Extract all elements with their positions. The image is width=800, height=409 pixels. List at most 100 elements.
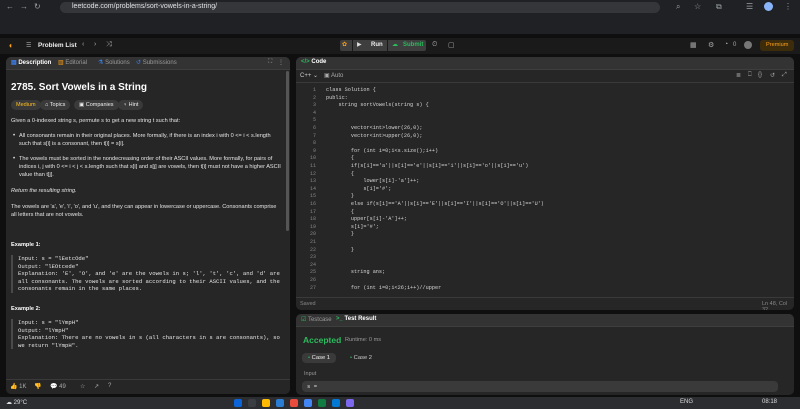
hint-chip[interactable]: ♀ Hint bbox=[118, 100, 144, 110]
share-icon[interactable]: ↗ bbox=[94, 383, 99, 390]
fire-icon[interactable]: ◔ bbox=[724, 41, 728, 48]
dislike-icon[interactable]: 👎 bbox=[34, 383, 41, 390]
avatar[interactable] bbox=[764, 2, 773, 11]
chrome-icon[interactable] bbox=[304, 399, 312, 407]
list-icon: ☰ bbox=[26, 43, 32, 49]
prev-problem-icon[interactable]: ‹ bbox=[82, 41, 84, 48]
reset-icon[interactable]: ↺ bbox=[770, 72, 775, 79]
line-number: 13 bbox=[309, 178, 316, 185]
line-number: 1 bbox=[312, 87, 316, 93]
description-footer: 👍 1K 👎 💬 49 ☆ ↗ ? bbox=[6, 379, 290, 394]
notes-icon[interactable]: ▢ bbox=[448, 41, 455, 49]
code-line: } bbox=[326, 231, 355, 238]
code-line: if(s[i]=='a'||s[i]=='e'||s[i]=='i'||s[i]… bbox=[326, 163, 529, 169]
description-tabs: ▤ Description ▥ Editorial ⚗ Solutions ↺ … bbox=[6, 57, 290, 70]
bookmark-icon[interactable]: ⎕ bbox=[748, 72, 752, 79]
reload-icon[interactable]: ↻ bbox=[34, 2, 41, 11]
zoom-icon[interactable]: ⌕ bbox=[676, 2, 680, 12]
auto-toggle[interactable]: ▣ Auto bbox=[324, 72, 343, 79]
lock-icon: ▣ bbox=[79, 102, 85, 108]
rule-consonants: All consonants remain in their original … bbox=[19, 133, 271, 147]
app-icon[interactable] bbox=[290, 399, 298, 407]
timer-icon[interactable]: ⏲ bbox=[432, 41, 437, 49]
tab-submissions[interactable]: ↺ Submissions bbox=[136, 59, 177, 66]
code-line: vector<int>upper(26,0); bbox=[326, 132, 423, 139]
difficulty-badge: Medium bbox=[11, 100, 41, 110]
start-icon[interactable] bbox=[234, 399, 242, 407]
star-icon[interactable]: ☆ bbox=[80, 383, 85, 390]
format-icon[interactable]: ≣ bbox=[736, 72, 741, 79]
scrollbar[interactable] bbox=[286, 71, 289, 231]
code-line: { bbox=[326, 208, 355, 215]
code-line: public: bbox=[326, 94, 348, 101]
code-line: s[i]='#'; bbox=[326, 223, 379, 230]
address-bar[interactable]: leetcode.com/problems/sort-vowels-in-a-s… bbox=[60, 2, 660, 13]
code-editor[interactable]: 1 class Solution {2 public: 3 string sortVo… bbox=[296, 87, 794, 292]
result-tabs: ☑ Testcase >_ Test Result bbox=[296, 314, 794, 327]
case-2-tab[interactable]: • Case 2 bbox=[344, 353, 378, 363]
tab-description[interactable]: ▤ Description bbox=[11, 59, 51, 66]
code-line: { bbox=[326, 155, 355, 162]
leetcode-logo-icon[interactable]: ◖ bbox=[8, 41, 13, 50]
file-explorer-icon[interactable] bbox=[262, 399, 270, 407]
help-icon[interactable]: ? bbox=[108, 383, 111, 389]
line-number: 18 bbox=[309, 216, 316, 223]
comment-icon: 💬 bbox=[50, 384, 58, 390]
language-select[interactable]: C++ ⌄ bbox=[300, 72, 318, 79]
bullet-dot: • bbox=[13, 133, 16, 139]
vscode-icon[interactable] bbox=[346, 399, 354, 407]
edge-icon[interactable] bbox=[332, 399, 340, 407]
leetcode-header: ◖ ☰ Problem List ‹ › ⤨ ✿ ▶ Run ☁ Submit … bbox=[0, 38, 800, 54]
user-avatar[interactable] bbox=[744, 41, 752, 49]
upload-icon: ☁ bbox=[392, 42, 398, 48]
like-button[interactable]: 👍 1K bbox=[10, 383, 27, 390]
tab-solutions[interactable]: ⚗ Solutions bbox=[98, 59, 130, 66]
problem-list-link[interactable]: Problem List bbox=[38, 42, 77, 49]
url-text: leetcode.com/problems/sort-vowels-in-a-s… bbox=[72, 3, 218, 10]
line-number: 5 bbox=[312, 117, 316, 124]
search-icon[interactable] bbox=[248, 399, 256, 407]
clock[interactable]: 08:18 bbox=[762, 399, 777, 405]
bookmark-icon[interactable]: ☆ bbox=[694, 2, 701, 11]
back-icon[interactable]: ← bbox=[6, 2, 14, 11]
layout-icon[interactable]: ▦ bbox=[690, 41, 697, 49]
line-number: 26 bbox=[309, 277, 316, 283]
example-1-box: Input: s = "lEetcOde" Output: "lEOtcede"… bbox=[11, 255, 288, 293]
tab-editorial[interactable]: ▥ Editorial bbox=[58, 59, 87, 66]
shuffle-icon[interactable]: ⤨ bbox=[106, 41, 112, 49]
line-number: 19 bbox=[309, 223, 316, 230]
excel-icon[interactable] bbox=[318, 399, 326, 407]
language-indicator[interactable]: ENG bbox=[680, 399, 693, 405]
more-icon[interactable]: ⋮ bbox=[278, 59, 284, 66]
extensions-icon[interactable]: ⧉ bbox=[716, 2, 722, 12]
line-number: 10 bbox=[309, 155, 316, 162]
input-label: Input bbox=[304, 371, 317, 377]
forward-icon[interactable]: → bbox=[20, 2, 28, 11]
tab-code[interactable]: </> Code bbox=[301, 59, 326, 65]
sidebar-icon[interactable]: ☰ bbox=[746, 2, 753, 11]
topics-chip[interactable]: ⌂ Topics bbox=[40, 100, 71, 110]
line-number: 14 bbox=[309, 185, 316, 192]
braces-icon[interactable]: {} bbox=[758, 72, 762, 78]
comments-button[interactable]: 💬 49 bbox=[50, 383, 66, 390]
fullscreen-icon[interactable]: ⤢ bbox=[782, 72, 787, 79]
line-number: 6 bbox=[312, 125, 316, 131]
editor-status: Saved Ln 48, Col 32 bbox=[296, 297, 794, 310]
next-problem-icon[interactable]: › bbox=[94, 41, 96, 48]
code-line: string ans; bbox=[326, 269, 386, 276]
companies-chip[interactable]: ▣ Companies bbox=[74, 100, 119, 110]
tab-testcase[interactable]: ☑ Testcase bbox=[301, 316, 332, 323]
input-value: s = bbox=[307, 383, 318, 390]
tag-icon: ⌂ bbox=[45, 102, 49, 108]
code-panel: </> Code C++ ⌄ ▣ Auto ≣ ⎕ {} ↺ ⤢ 1 class … bbox=[296, 57, 794, 310]
code-line: string sortVowels(string s) { bbox=[326, 102, 429, 109]
weather-icon[interactable]: ☁ 29°C bbox=[6, 399, 27, 406]
expand-icon[interactable]: ⛶ bbox=[268, 59, 272, 66]
windows-taskbar: ☁ 29°C ENG 08:18 bbox=[0, 397, 800, 409]
line-number: 15 bbox=[309, 193, 316, 200]
word-icon[interactable] bbox=[276, 399, 284, 407]
menu-icon[interactable]: ⋮ bbox=[784, 2, 792, 11]
case-1-tab[interactable]: • Case 1 bbox=[302, 353, 337, 363]
tab-test-result[interactable]: >_ Test Result bbox=[336, 316, 376, 322]
settings-icon[interactable]: ⚙ bbox=[708, 41, 714, 49]
